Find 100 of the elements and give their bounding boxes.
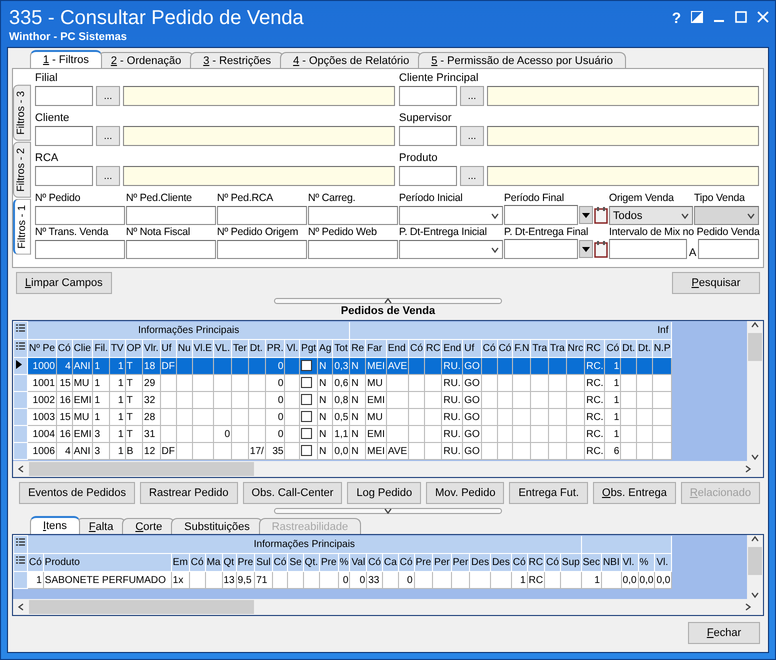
column-header[interactable]: NBI [601, 554, 622, 572]
code-field[interactable] [399, 126, 457, 146]
table-row[interactable]: 1003 15 MU 1 1 T 28 0 N 0,5 N MU RU. GO RC. 1 [14, 408, 672, 426]
column-header[interactable]: Vl.E [192, 340, 214, 358]
column-header[interactable]: Des [470, 554, 491, 572]
column-chooser[interactable] [14, 536, 28, 554]
side-tab[interactable]: Filtros - 1 [13, 198, 31, 254]
checkbox[interactable] [301, 360, 312, 372]
column-header[interactable]: PR. [265, 340, 285, 358]
table-cell: RC. [584, 374, 605, 392]
table-row[interactable]: 1001 15 MU 1 1 T 29 0 N 0,6 N MU RU. GO RC. 1 [14, 374, 672, 392]
column-header[interactable]: End [386, 340, 409, 358]
column-header[interactable]: Sec [581, 554, 602, 572]
action-button[interactable]: Obs. Call-Center [242, 482, 342, 504]
field-label: Supervisor [399, 111, 453, 126]
tab[interactable]: Itens [30, 516, 80, 534]
resize-icon[interactable] [691, 11, 703, 23]
action-button[interactable]: Obs. Entrega [593, 482, 676, 504]
dropdown-button[interactable] [579, 240, 593, 258]
scrollbar-thumb[interactable] [29, 462, 254, 476]
lookup-button[interactable]: ... [96, 166, 120, 186]
action-button[interactable]: Rastrear Pedido [140, 482, 238, 504]
input-field[interactable] [698, 239, 759, 259]
clear-button[interactable]: Limpar Campos [16, 272, 112, 294]
column-header[interactable]: RC [584, 340, 605, 358]
checkbox[interactable] [301, 394, 312, 406]
action-button[interactable]: Mov. Pedido [426, 482, 504, 504]
checkbox[interactable] [301, 428, 312, 440]
tab[interactable]: 5 - Permissão de Acesso por Usuário [418, 52, 626, 68]
data-grid[interactable] [12, 320, 764, 478]
column-header[interactable]: Produto [43, 554, 172, 572]
code-field[interactable] [35, 166, 93, 186]
column-chooser[interactable] [14, 554, 28, 572]
dropdown[interactable] [399, 240, 503, 259]
action-button[interactable]: Eventos de Pedidos [19, 482, 136, 504]
data-grid[interactable]: Informações Principais Có Produto Em Có Ma Qt Pre Sul Có Se Qt. Pre % Val Có Ca Có Pre Per Per Des Des Có RC Có Sup Sec NBI Vl. % Vl. 1 SABONETE PERFUMADO 1x 13 9,5 71 0 0 33 0 1 RC 1 0,0 0,0 0,0 [12, 534, 764, 616]
close-button[interactable]: Fechar [688, 622, 760, 644]
row-indicator[interactable] [14, 358, 28, 374]
input-field[interactable] [308, 240, 398, 259]
input-field[interactable] [217, 240, 307, 259]
tab[interactable]: Substituições [171, 518, 263, 534]
code-field[interactable] [35, 86, 93, 106]
lookup-button[interactable]: ... [96, 86, 120, 106]
code-field[interactable] [35, 126, 93, 146]
splitter-handle[interactable] [274, 298, 502, 304]
splitter-handle[interactable] [274, 508, 502, 514]
dropdown-button[interactable] [579, 206, 593, 224]
table-row[interactable]: 1000 4 ANI 1 1 T 18 DF 0 N 0,3 N MEI AVE RU. GO RC. 1 [14, 358, 672, 374]
date-field[interactable] [504, 205, 578, 225]
lookup-button[interactable]: ... [460, 166, 484, 186]
table-cell: RU. [442, 408, 463, 426]
lookup-button[interactable]: ... [96, 126, 120, 146]
column-chooser[interactable] [14, 340, 28, 358]
help-button[interactable]: ? [672, 11, 681, 27]
checkbox[interactable] [301, 377, 312, 388]
action-button[interactable]: Entrega Fut. [509, 482, 588, 504]
close-icon[interactable] [757, 11, 769, 23]
dropdown[interactable]: Todos [609, 206, 693, 225]
scrollbar-thumb[interactable] [748, 333, 762, 361]
input-field[interactable] [35, 240, 125, 259]
action-button[interactable]: Log Pedido [347, 482, 422, 504]
input-field[interactable] [308, 206, 398, 225]
side-tab[interactable]: Filtros - 2 [13, 142, 31, 198]
column-header[interactable]: Far [366, 340, 386, 358]
tab[interactable]: 1 - Filtros [30, 50, 102, 68]
input-field[interactable] [217, 206, 307, 225]
column-header[interactable]: Des [490, 554, 512, 572]
column-chooser[interactable] [14, 322, 28, 340]
input-field[interactable] [35, 206, 125, 225]
checkbox[interactable] [301, 445, 312, 456]
input-field[interactable] [609, 239, 687, 259]
horizontal-scrollbar[interactable] [13, 599, 763, 615]
table-row[interactable]: 1 SABONETE PERFUMADO 1x 13 9,5 71 0 0 33 0 1 RC 1 0,0 0,0 0,0 [14, 572, 672, 588]
column-header[interactable]: Nº Pe [28, 340, 56, 358]
scrollbar-thumb[interactable] [748, 547, 762, 575]
lookup-button[interactable]: ... [460, 126, 484, 146]
column-header[interactable]: Sup [560, 554, 582, 572]
maximize-icon[interactable] [735, 11, 747, 23]
vertical-scrollbar[interactable] [747, 321, 763, 461]
search-button[interactable]: Pesquisar [672, 272, 760, 294]
table-row[interactable]: 1002 16 EMI 1 1 T 32 0 N 0,8 N EMI RU. GO RC. 1 [14, 392, 672, 408]
checkbox[interactable] [301, 411, 312, 422]
date-field[interactable] [504, 239, 578, 259]
table-row[interactable]: 1004 16 EMI 3 1 T 31 0 0 N 1,1 N EMI RU. GO RC. 1 [14, 426, 672, 442]
column-header[interactable]: Clie [72, 340, 93, 358]
table-row[interactable]: 1006 4 ANI 3 1 B 12 DF 17/ 35 N 0,0 N MEI AVE RU. GO RC. 6 [14, 442, 672, 460]
side-tab[interactable]: Filtros - 3 [13, 85, 31, 141]
dropdown[interactable] [399, 206, 503, 225]
input-field[interactable] [126, 240, 216, 259]
vertical-scrollbar[interactable] [747, 535, 763, 599]
calendar-icon[interactable] [594, 240, 608, 258]
lookup-button[interactable]: ... [460, 86, 484, 106]
scrollbar-thumb[interactable] [29, 600, 254, 614]
column-header[interactable]: N.P [652, 340, 672, 358]
column-header[interactable]: End [442, 340, 463, 358]
input-field[interactable] [126, 206, 216, 225]
code-field[interactable] [399, 166, 457, 186]
calendar-icon[interactable] [594, 206, 608, 224]
code-field[interactable] [399, 86, 457, 106]
horizontal-scrollbar[interactable] [13, 461, 763, 477]
